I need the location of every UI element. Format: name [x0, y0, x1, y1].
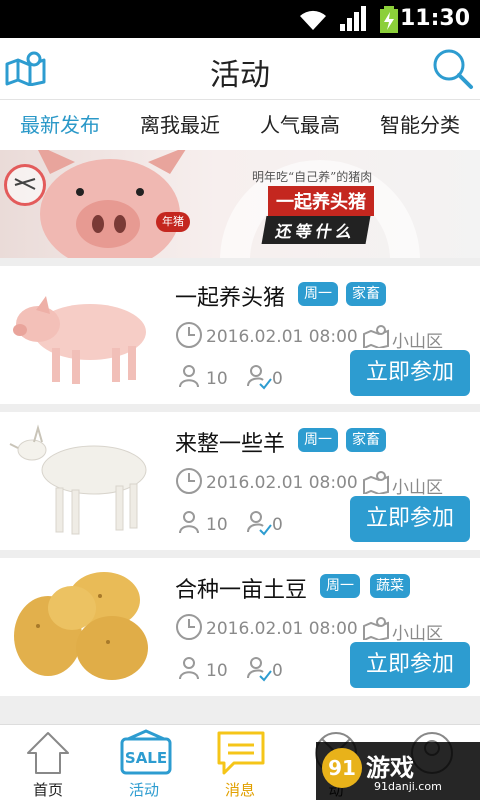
battery-charging-icon: [380, 6, 398, 33]
activity-title: 一起养头猪: [175, 286, 286, 311]
checked-in-count: 0: [272, 515, 283, 535]
activity-title: 来整一些羊: [175, 432, 286, 457]
nav-home[interactable]: 首页: [0, 725, 96, 800]
close-icon: [14, 178, 36, 190]
app-header: 活动: [0, 38, 480, 100]
activity-datetime: 2016.02.01 08:00: [206, 473, 358, 493]
person-icon: [179, 511, 199, 534]
participant-count: 10: [206, 369, 228, 389]
watermark-url: 91danji.com: [374, 780, 442, 793]
sale-icon-text: SALE: [125, 749, 167, 767]
nav-message[interactable]: 消息: [192, 725, 288, 800]
activity-datetime: 2016.02.01 08:00: [206, 619, 358, 639]
person-icon: [179, 365, 199, 388]
checked-in-icon: [247, 365, 272, 390]
nav-activity-label: 活动: [128, 781, 159, 799]
person-icon: [179, 657, 199, 680]
checked-in-icon: [247, 657, 272, 682]
location-icon: [363, 471, 389, 494]
close-banner-button[interactable]: [4, 164, 46, 206]
tag-category: 家畜: [346, 428, 386, 452]
join-button[interactable]: 立即参加: [350, 350, 470, 396]
tab-smart-category[interactable]: 智能分类: [360, 100, 480, 150]
clock-icon: [176, 614, 202, 640]
activity-title: 合种一亩土豆: [175, 578, 308, 603]
list-item[interactable]: 来整一些羊 周一 家畜 2016.02.01 08:00 小山区 10 0 立即…: [0, 412, 480, 550]
participant-count: 10: [206, 515, 228, 535]
checked-in-count: 0: [272, 369, 283, 389]
promo-banner[interactable]: 明年吃“自己养”的猪肉 一起养头猪 还等什么 年猪: [0, 150, 480, 258]
status-time: 11:30: [399, 6, 470, 31]
sale-icon: SALE: [120, 729, 172, 775]
tab-nearest[interactable]: 离我最近: [120, 100, 240, 150]
activity-location: 小山区: [392, 624, 443, 644]
banner-nian-tag: 年猪: [156, 212, 190, 232]
search-icon[interactable]: [432, 48, 474, 90]
tab-latest[interactable]: 最新发布: [0, 100, 120, 150]
join-button[interactable]: 立即参加: [350, 642, 470, 688]
clock-icon: [176, 468, 202, 494]
activity-datetime: 2016.02.01 08:00: [206, 327, 358, 347]
location-icon: [363, 617, 389, 640]
tag-category: 蔬菜: [370, 574, 410, 598]
watermark-badge: 91: [322, 748, 362, 788]
activity-location: 小山区: [392, 332, 443, 352]
home-icon: [27, 732, 69, 774]
list-item[interactable]: 一起养头猪 周一 家畜 2016.02.01 08:00 小山区 10 0 立即…: [0, 266, 480, 404]
banner-subheadline: 还等什么: [261, 216, 371, 244]
checked-in-icon: [247, 511, 272, 536]
watermark: 91 游戏 91danji.com: [316, 742, 480, 800]
list-item[interactable]: 合种一亩土豆 周一 蔬菜 2016.02.01 08:00 小山区 10 0 立…: [0, 558, 480, 696]
participant-count: 10: [206, 661, 228, 681]
nav-home-label: 首页: [32, 781, 63, 799]
clock-icon: [176, 322, 202, 348]
tag-day: 周一: [298, 428, 338, 452]
message-icon: [217, 731, 265, 775]
tag-day: 周一: [320, 574, 360, 598]
pig-image: [13, 296, 146, 384]
tab-popular[interactable]: 人气最高: [240, 100, 360, 150]
activity-list: 一起养头猪 周一 家畜 2016.02.01 08:00 小山区 10 0 立即…: [0, 266, 480, 704]
join-button[interactable]: 立即参加: [350, 496, 470, 542]
signal-icon: [340, 6, 366, 31]
pig-illustration: [38, 150, 186, 258]
wifi-icon: [300, 10, 326, 30]
goat-image: [9, 424, 147, 535]
tag-category: 家畜: [346, 282, 386, 306]
activity-location: 小山区: [392, 478, 443, 498]
watermark-brand: 游戏: [366, 754, 414, 782]
tag-day: 周一: [298, 282, 338, 306]
checked-in-count: 0: [272, 661, 283, 681]
location-icon: [363, 325, 389, 348]
nav-message-label: 消息: [224, 781, 255, 799]
banner-headline: 一起养头猪: [268, 186, 374, 216]
nav-activity[interactable]: SALE 活动: [96, 725, 192, 800]
banner-tagline: 明年吃“自己养”的猪肉: [252, 170, 373, 184]
filter-tabs: 最新发布 离我最近 人气最高 智能分类: [0, 100, 480, 150]
potato-image: [14, 572, 148, 680]
status-bar: 11:30: [0, 0, 480, 38]
page-title: 活动: [210, 58, 270, 93]
